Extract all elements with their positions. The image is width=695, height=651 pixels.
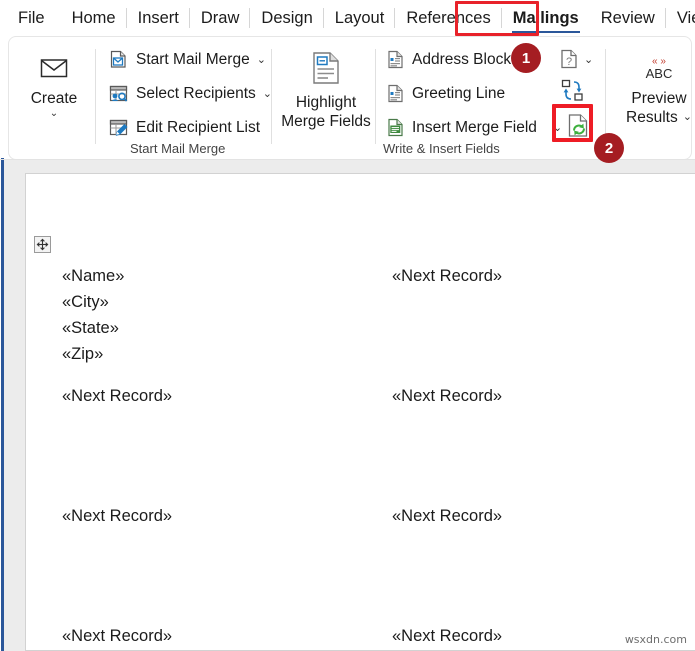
tab-active-underline	[511, 30, 580, 33]
tab-draw-label: Draw	[200, 9, 240, 27]
word-window: File Home Insert Draw Design Layout Refe…	[0, 0, 695, 651]
greeting-line-button[interactable]: Greeting Line	[387, 84, 505, 103]
start-mail-merge-label: Start Mail Merge	[136, 50, 250, 68]
tab-insert-label: Insert	[137, 9, 179, 27]
document-canvas: «Name» «City» «State» «Zip» «Next Record…	[4, 160, 695, 651]
tab-draw[interactable]: Draw	[190, 0, 251, 36]
merge-field-name[interactable]: «Name»	[62, 267, 124, 286]
group-separator	[605, 49, 606, 144]
start-mail-merge-button[interactable]: Start Mail Merge ⌄	[109, 50, 266, 69]
envelope-icon	[40, 57, 68, 79]
tab-file[interactable]: File	[0, 0, 61, 36]
insert-merge-field-button[interactable]: Insert Merge Field ⌄	[387, 118, 562, 137]
tab-file-label: File	[18, 9, 45, 27]
highlight-merge-fields-button[interactable]: Highlight Merge Fields	[281, 51, 371, 131]
document-page[interactable]: «Name» «City» «State» «Zip» «Next Record…	[25, 173, 695, 651]
next-record-field[interactable]: «Next Record»	[62, 387, 172, 406]
chevron-down-icon[interactable]: ⌄	[683, 112, 692, 123]
merge-field-zip[interactable]: «Zip»	[62, 345, 103, 364]
select-recipients-icon	[109, 84, 128, 103]
group-separator	[95, 49, 96, 144]
tab-view[interactable]: View	[666, 0, 695, 36]
tab-review[interactable]: Review	[590, 0, 666, 36]
rules-button[interactable]: ? ⌄	[560, 49, 593, 69]
rules-icon: ?	[560, 49, 578, 69]
chevron-down-icon[interactable]: ⌄	[257, 53, 266, 66]
match-fields-icon	[561, 79, 585, 103]
preview-results-label-line2: Results	[626, 109, 678, 126]
tab-references[interactable]: References	[395, 0, 502, 36]
next-record-field[interactable]: «Next Record»	[392, 387, 502, 406]
greeting-line-icon	[387, 84, 404, 103]
preview-results-icon: « » ABC	[637, 53, 681, 83]
edit-recipient-list-button[interactable]: Edit Recipient List	[109, 118, 260, 137]
group-label-start-mail-merge: Start Mail Merge	[130, 141, 226, 156]
next-record-field[interactable]: «Next Record»	[392, 627, 502, 646]
tab-review-label: Review	[600, 9, 655, 27]
tab-home-label: Home	[71, 9, 116, 27]
chevron-down-icon[interactable]: ⌄	[584, 53, 593, 66]
create-button-label: Create	[30, 90, 78, 107]
tab-mailings-label: Mailings	[512, 9, 579, 27]
ribbon-tab-bar: File Home Insert Draw Design Layout Refe…	[0, 0, 695, 36]
group-label-write-insert-fields: Write & Insert Fields	[383, 141, 500, 156]
tab-layout-label: Layout	[334, 9, 385, 27]
svg-text:ABC: ABC	[646, 66, 673, 81]
ribbon: Create ⌄ Start Mail Merge ⌄ Select Recip…	[9, 37, 692, 159]
next-record-field[interactable]: «Next Record»	[62, 627, 172, 646]
svg-text:?: ?	[566, 56, 572, 68]
move-handle-icon[interactable]	[34, 236, 51, 253]
address-block-button[interactable]: Address Block	[387, 50, 511, 69]
chevron-down-icon[interactable]: ⌄	[263, 87, 272, 100]
address-block-label: Address Block	[412, 50, 512, 68]
tab-design-label: Design	[261, 9, 313, 27]
update-labels-button[interactable]	[567, 113, 591, 139]
preview-results-button[interactable]: « » ABC Preview Results ⌄	[621, 53, 695, 127]
select-recipients-button[interactable]: Select Recipients ⌄	[109, 84, 272, 103]
callout-badge-1: 1	[511, 43, 541, 73]
tab-mailings[interactable]: Mailings	[502, 0, 590, 36]
match-fields-button[interactable]	[561, 79, 585, 103]
chevron-down-icon[interactable]: ⌄	[553, 121, 562, 134]
create-button[interactable]: Create ⌄	[23, 57, 85, 119]
next-record-field[interactable]: «Next Record»	[392, 507, 502, 526]
chevron-down-icon[interactable]: ⌄	[50, 108, 58, 119]
preview-results-label-line1: Preview	[631, 90, 687, 107]
insert-merge-field-label: Insert Merge Field	[412, 118, 537, 136]
address-block-icon	[387, 50, 404, 69]
start-mail-merge-icon	[109, 50, 128, 69]
highlight-merge-fields-label-line1: Highlight	[295, 94, 357, 111]
next-record-field[interactable]: «Next Record»	[62, 507, 172, 526]
edit-recipient-list-icon	[109, 118, 128, 137]
edit-recipient-list-label: Edit Recipient List	[136, 118, 261, 136]
select-recipients-label: Select Recipients	[136, 84, 256, 102]
tab-home[interactable]: Home	[61, 0, 127, 36]
group-separator	[375, 49, 376, 144]
tab-layout[interactable]: Layout	[324, 0, 396, 36]
next-record-field[interactable]: «Next Record»	[392, 267, 502, 286]
tab-insert[interactable]: Insert	[127, 0, 190, 36]
merge-field-city[interactable]: «City»	[62, 293, 109, 312]
highlight-merge-fields-icon	[311, 51, 341, 85]
greeting-line-label: Greeting Line	[412, 84, 506, 102]
insert-merge-field-icon	[387, 118, 404, 137]
update-labels-icon	[567, 113, 591, 139]
tab-design[interactable]: Design	[250, 0, 324, 36]
highlight-merge-fields-label-line2: Merge Fields	[281, 113, 371, 130]
tab-references-label: References	[406, 9, 491, 27]
watermark: wsxdn.com	[624, 633, 687, 646]
callout-badge-2: 2	[594, 133, 624, 163]
tab-view-label: View	[676, 9, 695, 27]
merge-field-state[interactable]: «State»	[62, 319, 119, 338]
